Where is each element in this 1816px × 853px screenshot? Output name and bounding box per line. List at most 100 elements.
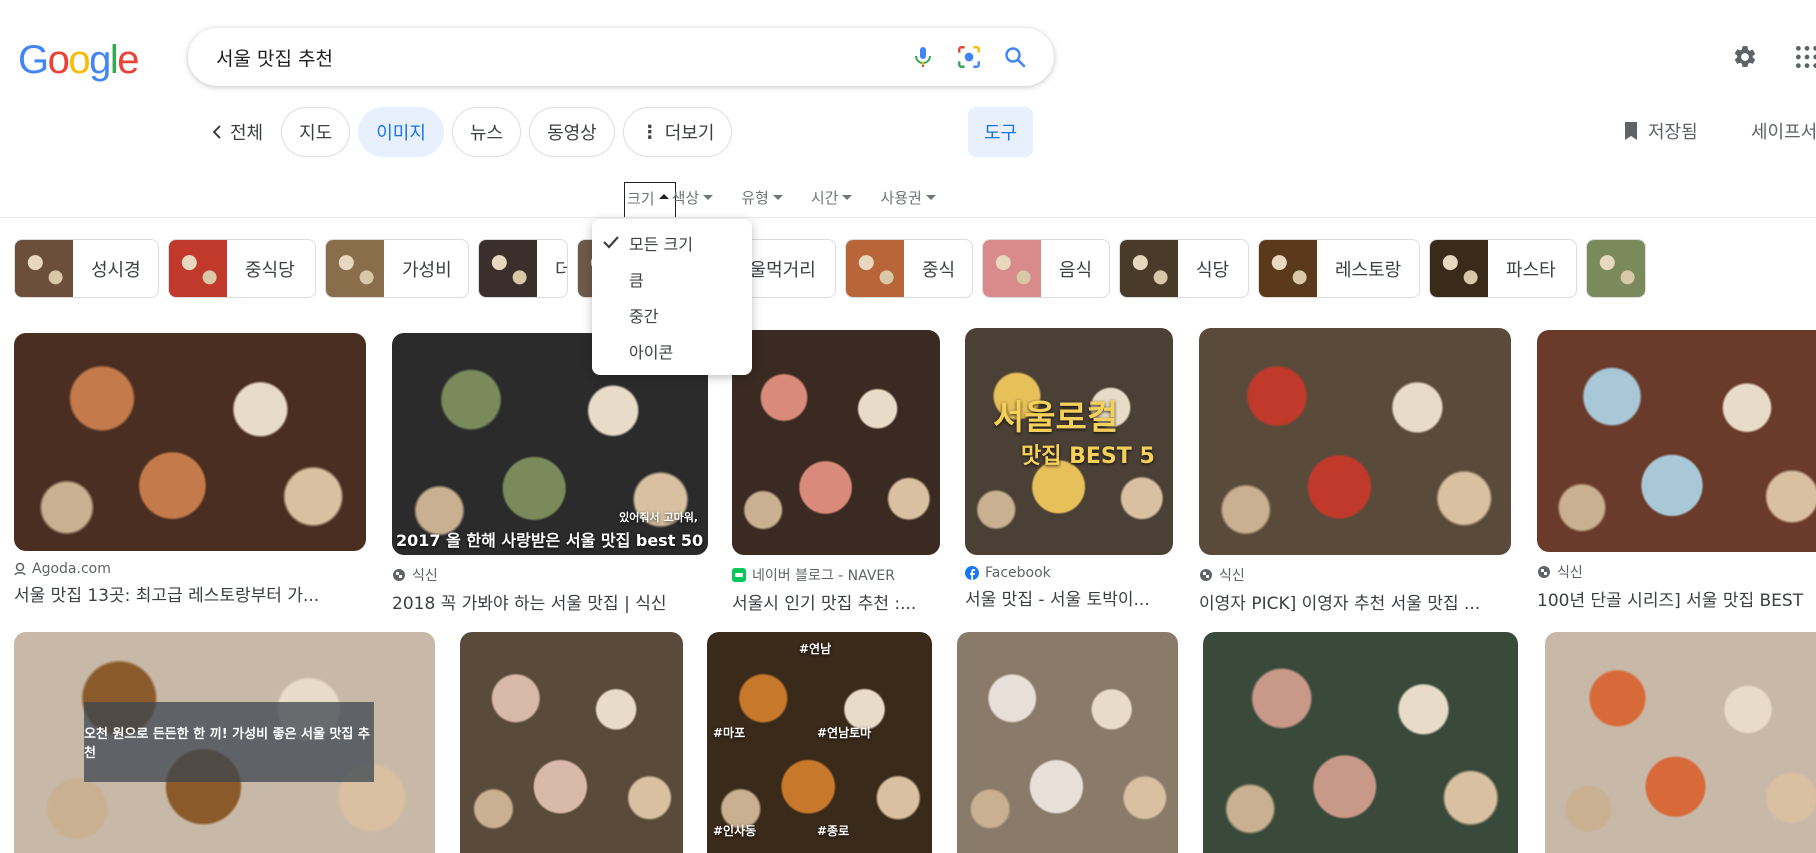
related-chip-thumbnail <box>1587 240 1645 297</box>
size-option-label: 모든 크기 <box>629 235 693 254</box>
related-chip[interactable]: 가성비 <box>325 239 469 298</box>
related-chip-thumbnail <box>15 240 73 297</box>
tab-videos[interactable]: 동영상 <box>529 107 615 157</box>
thumbnail-caption: 있어줘서 고마워, <box>619 511 698 524</box>
size-option-large[interactable]: 큼 <box>592 261 752 297</box>
related-chip-thumbnail <box>479 240 537 297</box>
size-dropdown: 모든 크기 큼 중간 아이콘 <box>592 219 752 375</box>
result-title[interactable]: 서울시 인기 맛집 추천 :... <box>732 589 940 614</box>
saved-label: 저장됨 <box>1648 122 1698 143</box>
result-title[interactable]: 100년 단골 시리즈] 서울 맛집 BEST <box>1537 586 1816 611</box>
apps-icon[interactable] <box>1790 40 1816 74</box>
globe-icon <box>1537 565 1551 579</box>
result-title[interactable]: 2018 꼭 가봐야 하는 서울 맛집 | 식신 <box>392 589 708 614</box>
caret-up-icon <box>658 194 669 199</box>
search-icon[interactable] <box>998 40 1032 74</box>
size-option-icon[interactable]: 아이콘 <box>592 333 752 369</box>
image-result[interactable]: Agoda.com 서울 맛집 13곳: 최고급 레스토랑부터 가... <box>14 333 366 606</box>
related-chip[interactable]: 중식당 <box>168 239 316 298</box>
logo-letter: o <box>47 38 70 82</box>
thumbnail-tag: #연남 <box>799 642 832 656</box>
related-chip[interactable]: 음식 <box>982 239 1110 298</box>
google-logo[interactable]: Google <box>18 38 139 83</box>
image-result[interactable] <box>1203 632 1518 853</box>
mic-icon[interactable] <box>906 40 940 74</box>
result-source[interactable]: Agoda.com <box>14 561 366 577</box>
tab-all[interactable]: 전체 <box>200 107 273 157</box>
thumbnail-caption: 서울로컬 <box>993 398 1119 438</box>
tab-all-label: 전체 <box>230 123 264 144</box>
related-chip[interactable]: 성시경 <box>14 239 159 298</box>
tab-images[interactable]: 이미지 <box>358 107 444 157</box>
result-source[interactable]: 네이버 블로그 - NAVER <box>732 565 940 585</box>
tab-maps[interactable]: 지도 <box>281 107 351 157</box>
result-title[interactable]: 서울 맛집 13곳: 최고급 레스토랑부터 가... <box>14 581 366 606</box>
safesearch-link[interactable]: 세이프서치 <box>1751 118 1816 144</box>
size-option-all[interactable]: 모든 크기 <box>592 225 752 261</box>
globe-icon <box>1199 568 1213 582</box>
tools-button[interactable]: 도구 <box>968 107 1034 157</box>
tab-news[interactable]: 뉴스 <box>451 107 522 157</box>
related-chip[interactable]: 파스타 <box>1429 239 1577 298</box>
image-result[interactable] <box>1545 632 1816 853</box>
filter-type[interactable]: 유형 <box>727 182 797 212</box>
result-title[interactable]: 서울 맛집 - 서울 토박이... <box>965 585 1173 610</box>
logo-letter: G <box>18 38 49 82</box>
related-chip-label: 레스토랑 <box>1335 259 1402 281</box>
size-option-label: 아이콘 <box>629 343 674 362</box>
filter-time[interactable]: 시간 <box>797 182 867 212</box>
thumbnail-tag: #마포 <box>713 726 746 740</box>
filter-color[interactable]: 색상 <box>672 182 728 212</box>
image-result[interactable]: 식신 100년 단골 시리즈] 서울 맛집 BEST <box>1537 330 1816 611</box>
saved-link[interactable]: 저장됨 <box>1622 118 1698 144</box>
thumbnail-caption: 2017 올 한해 사랑받은 서울 맛집 best 50 <box>396 531 704 550</box>
globe-icon <box>392 568 406 582</box>
result-thumbnail: #연남 #마포 #연남토마 #인사동 #종로 <box>707 632 932 853</box>
filter-license[interactable]: 사용권 <box>866 182 949 212</box>
related-chip[interactable]: 더현 <box>478 239 568 298</box>
result-source[interactable]: 식신 <box>1537 562 1816 582</box>
logo-letter: o <box>68 38 90 82</box>
image-result[interactable]: #연남 #마포 #연남토마 #인사동 #종로 <box>707 632 932 853</box>
result-thumbnail <box>957 632 1178 853</box>
related-chip[interactable]: 중식 <box>845 239 973 298</box>
result-source[interactable]: 식신 <box>1199 565 1511 585</box>
result-thumbnail <box>1537 330 1816 552</box>
filter-size[interactable]: 크기 <box>624 182 676 218</box>
size-option-medium[interactable]: 중간 <box>592 297 752 333</box>
related-chip[interactable]: 식당 <box>1119 239 1249 298</box>
related-chip-label: 가성비 <box>402 259 452 281</box>
result-source-name: 네이버 블로그 - NAVER <box>752 568 895 584</box>
image-result[interactable] <box>957 632 1178 853</box>
filter-size-label: 크기 <box>627 190 655 208</box>
lens-icon[interactable] <box>952 40 986 74</box>
search-input[interactable] <box>216 46 856 68</box>
settings-icon[interactable] <box>1728 40 1762 74</box>
image-result[interactable]: 서울로컬 맛집 BEST 5 Facebook 서울 맛집 - 서울 토박이... <box>965 328 1173 610</box>
image-result[interactable] <box>460 632 683 853</box>
caret-down-icon <box>703 194 714 200</box>
related-chip-thumbnail <box>169 240 227 297</box>
related-chip-label: 음식 <box>1059 259 1093 281</box>
result-title[interactable]: 이영자 PICK] 이영자 추천 서울 맛집 ... <box>1199 589 1511 614</box>
related-chip[interactable]: 레스토랑 <box>1258 239 1420 298</box>
result-source[interactable]: 식신 <box>392 565 708 585</box>
image-result[interactable]: 식신이영자 PICK] 이영자 추천 서울 맛집 ... <box>1199 328 1511 614</box>
result-source-name: Agoda.com <box>32 561 111 577</box>
tab-more[interactable]: ⋮ 더보기 <box>622 107 733 157</box>
result-thumbnail <box>1203 632 1518 853</box>
result-thumbnail <box>460 632 683 853</box>
related-chip-label: 식당 <box>1196 259 1230 281</box>
related-chip-thumbnail <box>1259 240 1317 297</box>
filter-license-label: 사용권 <box>880 188 922 207</box>
image-result[interactable]: 네이버 블로그 - NAVER 서울시 인기 맛집 추천 :... <box>732 330 940 614</box>
image-result[interactable]: 오천 원으로 든든한 한 끼! 가성비 좋은 서울 맛집 추천 <box>14 632 435 853</box>
related-chip[interactable] <box>1586 239 1646 298</box>
related-chip-thumbnail <box>846 240 904 297</box>
result-source[interactable]: Facebook <box>965 565 1173 581</box>
related-chip-thumbnail <box>983 240 1041 297</box>
result-thumbnail: 서울로컬 맛집 BEST 5 <box>965 328 1173 555</box>
thumbnail-caption-box: 오천 원으로 든든한 한 끼! 가성비 좋은 서울 맛집 추천 <box>84 702 374 782</box>
image-result[interactable]: 2017 올 한해 사랑받은 서울 맛집 best 50 있어줘서 고마워, 식신 2… <box>392 333 708 614</box>
logo-letter: l <box>109 38 119 82</box>
